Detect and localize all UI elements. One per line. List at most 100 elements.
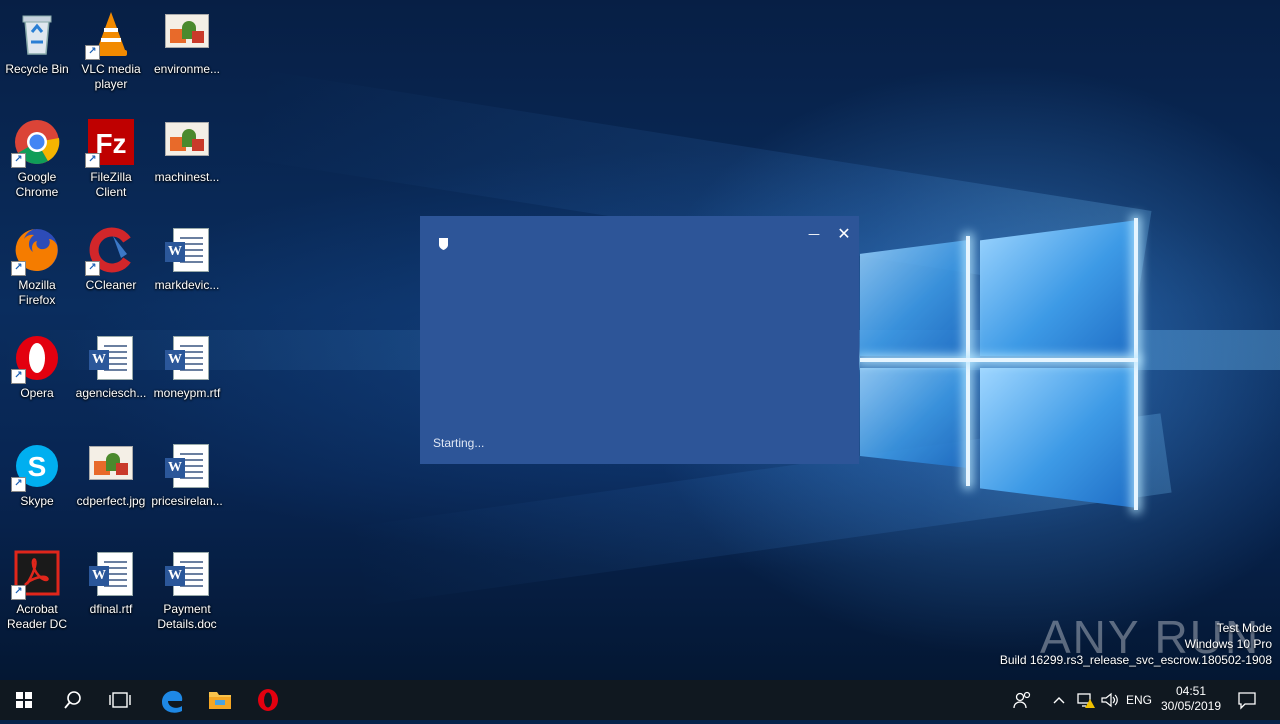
start-button[interactable] — [0, 680, 48, 720]
desktop-icon-dfinal[interactable]: W dfinal.rtf — [74, 544, 148, 644]
icon-label: CCleaner — [85, 278, 137, 292]
desktop-icon-machinest[interactable]: machinest... — [150, 112, 224, 212]
desktop-icon-acrobat[interactable]: ↗ Acrobat Reader DC — [0, 544, 74, 644]
desktop-icon-markdevic[interactable]: W markdevic... — [150, 220, 224, 320]
clock-time: 04:51 — [1175, 684, 1207, 698]
word-document-icon: W — [163, 550, 211, 598]
logo-line — [860, 358, 1138, 362]
notification-icon — [1238, 692, 1256, 710]
icon-label: machinest... — [154, 170, 220, 184]
icon-label: cdperfect.jpg — [76, 494, 146, 508]
shortcut-arrow-icon: ↗ — [85, 261, 100, 276]
desktop-icon-payment-details[interactable]: W Payment Details.doc — [150, 544, 224, 644]
desktop-icon-opera[interactable]: ↗ Opera — [0, 328, 74, 428]
desktop-icon-ccleaner[interactable]: ↗ CCleaner — [74, 220, 148, 320]
icon-label: Opera — [20, 386, 54, 400]
show-hidden-icons-button[interactable] — [1052, 692, 1066, 711]
desktop-icon-firefox[interactable]: ↗ Mozilla Firefox — [0, 220, 74, 320]
language-indicator[interactable]: ENG — [1126, 693, 1152, 707]
logo-pane — [860, 368, 968, 468]
word-document-icon: W — [87, 550, 135, 598]
skype-icon: S ↗ — [11, 442, 61, 492]
logo-pane — [980, 368, 1138, 508]
icon-label: agenciesch... — [75, 386, 147, 400]
svg-text:S: S — [28, 451, 47, 482]
desktop-icon-pricesirelan[interactable]: W pricesirelan... — [150, 436, 224, 536]
installer-dialog: — ✕ Starting... — [420, 216, 859, 464]
clock[interactable]: 04:51 30/05/2019 — [1158, 684, 1224, 714]
windows-start-icon — [16, 692, 32, 708]
logo-pane — [980, 220, 1138, 356]
icon-label: pricesirelan... — [151, 494, 223, 508]
shortcut-arrow-icon: ↗ — [85, 153, 100, 168]
word-document-icon: W — [163, 442, 211, 490]
icon-label: FileZilla Client — [90, 170, 132, 199]
system-watermark: Test Mode Windows 10 Pro Build 16299.rs3… — [1000, 620, 1272, 668]
opera-icon: ↗ — [11, 334, 61, 384]
icon-label: Recycle Bin — [5, 62, 69, 76]
app-shield-icon — [438, 235, 449, 254]
minimize-button[interactable]: — — [801, 224, 827, 244]
task-view-button[interactable] — [96, 680, 144, 720]
ccleaner-icon: ↗ — [85, 226, 135, 276]
opera-taskbar-button[interactable] — [244, 680, 292, 720]
chrome-icon: ↗ — [11, 118, 61, 168]
file-explorer-button[interactable] — [196, 680, 244, 720]
network-button[interactable] — [1076, 691, 1096, 713]
shortcut-arrow-icon: ↗ — [85, 45, 100, 60]
image-file-icon — [163, 118, 211, 166]
volume-button[interactable] — [1100, 691, 1120, 713]
edition-text: Windows 10 Pro — [1184, 637, 1272, 651]
firefox-icon: ↗ — [11, 226, 61, 276]
word-document-icon: W — [163, 226, 211, 274]
shortcut-arrow-icon: ↗ — [11, 261, 26, 276]
chevron-up-icon — [1053, 697, 1065, 704]
search-icon — [64, 691, 81, 709]
opera-icon — [258, 689, 278, 711]
task-view-icon — [109, 692, 131, 708]
shortcut-arrow-icon: ↗ — [11, 153, 26, 168]
vlc-icon: ↗ — [85, 10, 135, 60]
desktop-icon-agenciesch[interactable]: W agenciesch... — [74, 328, 148, 428]
icon-label: environme... — [153, 62, 221, 76]
test-mode-text: Test Mode — [1216, 621, 1272, 635]
desktop-icon-chrome[interactable]: ↗ Google Chrome — [0, 112, 74, 212]
file-explorer-icon — [209, 692, 231, 709]
recycle-bin-icon — [13, 10, 61, 58]
icon-label: markdevic... — [154, 278, 220, 292]
image-file-icon — [87, 442, 135, 490]
people-button[interactable] — [1012, 690, 1034, 714]
edge-button[interactable] — [148, 680, 196, 720]
desktop-icon-moneypm[interactable]: W moneypm.rtf — [150, 328, 224, 428]
image-file-icon — [163, 10, 211, 58]
icon-label: dfinal.rtf — [89, 602, 133, 616]
logo-line — [1134, 218, 1138, 510]
volume-icon — [1101, 692, 1118, 708]
icon-label: Mozilla Firefox — [18, 278, 56, 307]
icon-label: moneypm.rtf — [153, 386, 221, 400]
desktop-icon-recycle-bin[interactable]: Recycle Bin — [0, 4, 74, 104]
acrobat-icon: ↗ — [11, 550, 61, 600]
logo-pane — [860, 240, 968, 356]
icon-label: Acrobat Reader DC — [6, 602, 68, 631]
build-text: Build 16299.rs3_release_svc_escrow.18050… — [999, 653, 1272, 667]
shortcut-arrow-icon: ↗ — [11, 585, 26, 600]
desktop-icon-vlc[interactable]: ↗ VLC media player — [74, 4, 148, 104]
icon-label: VLC media player — [81, 62, 141, 91]
desktop-icon-environme[interactable]: environme... — [150, 4, 224, 104]
edge-icon — [162, 690, 183, 713]
desktop-icon-filezilla[interactable]: Fz ↗ FileZilla Client — [74, 112, 148, 212]
icon-label: Skype — [20, 494, 54, 508]
icon-label: Payment Details.doc — [157, 602, 217, 631]
svg-text:Fz: Fz — [95, 128, 126, 159]
shortcut-arrow-icon: ↗ — [11, 369, 26, 384]
close-button[interactable]: ✕ — [831, 224, 857, 244]
search-button[interactable] — [48, 680, 96, 720]
shortcut-arrow-icon: ↗ — [11, 477, 26, 492]
desktop-icon-skype[interactable]: S ↗ Skype — [0, 436, 74, 536]
taskbar: ENG 04:51 30/05/2019 — [0, 680, 1280, 720]
desktop-icon-cdperfect[interactable]: cdperfect.jpg — [74, 436, 148, 536]
action-center-button[interactable] — [1236, 690, 1258, 714]
network-warning-icon — [1077, 693, 1095, 708]
status-text: Starting... — [433, 436, 485, 450]
